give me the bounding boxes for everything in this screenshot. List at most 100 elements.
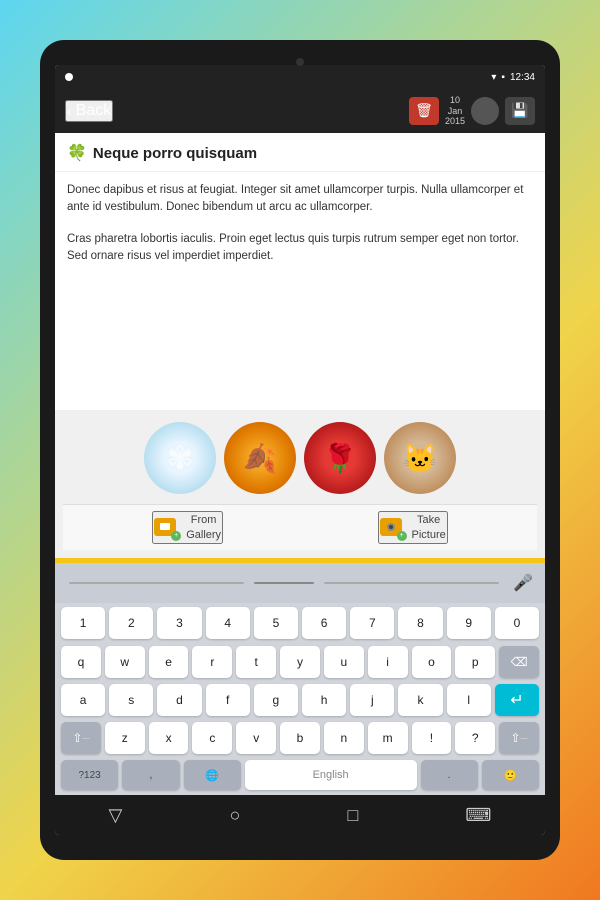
note-paragraph-2: Cras pharetra lobortis iaculis. Proin eg…: [67, 231, 533, 266]
back-button[interactable]: ‹ Back: [65, 100, 113, 122]
key-t[interactable]: t: [236, 646, 276, 678]
status-indicator: [65, 73, 73, 81]
keyboard[interactable]: 🎤 1 2 3 4 5 6 7 8 9 0 q w e r: [55, 563, 545, 795]
app-bar: ‹ Back 🗑 10 Jan 2015 💾: [55, 89, 545, 133]
key-i[interactable]: i: [368, 646, 408, 678]
keyboard-row-2: a s d f g h j k l ↵: [55, 681, 545, 719]
images-section: ✾ 🍂 🌹 🐱: [55, 410, 545, 558]
delete-button[interactable]: 🗑: [409, 97, 439, 125]
note-title: Neque porro quisquam: [93, 145, 257, 162]
image-cat[interactable]: 🐱: [384, 422, 456, 494]
keyboard-cursor-row: 🎤: [55, 563, 545, 603]
date-month: Jan: [445, 106, 465, 117]
period-button[interactable]: .: [421, 760, 478, 790]
navigation-bar: ▽ ○ □ ⌨: [55, 795, 545, 835]
mic-button[interactable]: 🎤: [509, 569, 537, 597]
note-content: 🍀 Neque porro quisquam Donec dapibus et …: [55, 133, 545, 558]
tablet-device: ▾ ▪ 12:34 ‹ Back 🗑 10 Jan 2015: [40, 40, 560, 860]
key-6[interactable]: 6: [302, 607, 346, 639]
comma-button[interactable]: ,: [122, 760, 179, 790]
key-3[interactable]: 3: [157, 607, 201, 639]
enter-button[interactable]: ↵: [495, 684, 539, 716]
save-icon: 💾: [511, 102, 528, 119]
date-badge: 10 Jan 2015: [445, 95, 465, 127]
key-e[interactable]: e: [149, 646, 189, 678]
key-h[interactable]: h: [302, 684, 346, 716]
note-body[interactable]: Donec dapibus et risus at feugiat. Integ…: [55, 172, 545, 410]
language-label: English: [313, 769, 349, 781]
key-w[interactable]: w: [105, 646, 145, 678]
note-paragraph-1: Donec dapibus et risus at feugiat. Integ…: [67, 182, 533, 217]
key-x[interactable]: x: [149, 722, 189, 754]
numbers-switch-button[interactable]: ?123: [61, 760, 118, 790]
key-n[interactable]: n: [324, 722, 364, 754]
status-icons: ▾ ▪ 12:34: [491, 72, 535, 83]
keyboard-bottom-row: ?123 , 🌐 English . 🙂: [55, 757, 545, 795]
key-r[interactable]: r: [192, 646, 232, 678]
key-5[interactable]: 5: [254, 607, 298, 639]
key-g[interactable]: g: [254, 684, 298, 716]
image-dandelion[interactable]: ✾: [144, 422, 216, 494]
key-b[interactable]: b: [280, 722, 320, 754]
wifi-icon: ▾: [491, 72, 496, 83]
key-z[interactable]: z: [105, 722, 145, 754]
key-c[interactable]: c: [192, 722, 232, 754]
tablet-camera: [296, 58, 304, 66]
nav-home-icon[interactable]: ○: [229, 805, 240, 826]
key-1[interactable]: 1: [61, 607, 105, 639]
take-picture-button[interactable]: + TakePicture: [378, 511, 448, 544]
nav-back-icon[interactable]: ▽: [109, 805, 123, 826]
from-gallery-label: FromGallery: [186, 513, 221, 542]
key-v[interactable]: v: [236, 722, 276, 754]
key-j[interactable]: j: [350, 684, 394, 716]
space-bar[interactable]: English: [245, 760, 417, 790]
key-4[interactable]: 4: [206, 607, 250, 639]
cursor-line-2: [324, 582, 499, 584]
screen: ▾ ▪ 12:34 ‹ Back 🗑 10 Jan 2015: [55, 65, 545, 835]
key-exclaim[interactable]: !: [412, 722, 452, 754]
date-day: 10: [445, 95, 465, 106]
key-7[interactable]: 7: [350, 607, 394, 639]
key-l[interactable]: l: [447, 684, 491, 716]
date-year: 2015: [445, 116, 465, 127]
save-button[interactable]: 💾: [505, 97, 535, 125]
key-m[interactable]: m: [368, 722, 408, 754]
key-u[interactable]: u: [324, 646, 364, 678]
key-k[interactable]: k: [398, 684, 442, 716]
key-q[interactable]: q: [61, 646, 101, 678]
key-f[interactable]: f: [206, 684, 250, 716]
nav-keyboard-icon[interactable]: ⌨: [465, 805, 491, 826]
nav-recent-icon[interactable]: □: [347, 805, 358, 826]
image-rose[interactable]: 🌹: [304, 422, 376, 494]
key-d[interactable]: d: [157, 684, 201, 716]
from-gallery-button[interactable]: + FromGallery: [152, 511, 223, 544]
keyboard-row-1: q w e r t y u i o p ⌫: [55, 643, 545, 681]
time-display: 12:34: [510, 72, 535, 83]
back-label: Back: [76, 102, 112, 120]
key-9[interactable]: 9: [447, 607, 491, 639]
key-8[interactable]: 8: [398, 607, 442, 639]
take-picture-label: TakePicture: [412, 513, 446, 542]
image-autumn[interactable]: 🍂: [224, 422, 296, 494]
gallery-actions: + FromGallery + TakePicture: [63, 504, 537, 550]
shift-right-button[interactable]: ⇧—: [499, 722, 539, 754]
key-o[interactable]: o: [412, 646, 452, 678]
cursor-line: [69, 582, 244, 584]
key-question[interactable]: ?: [455, 722, 495, 754]
cursor-active: [254, 582, 314, 584]
key-p[interactable]: p: [455, 646, 495, 678]
backspace-button[interactable]: ⌫: [499, 646, 539, 678]
key-2[interactable]: 2: [109, 607, 153, 639]
back-chevron-icon: ‹: [67, 103, 72, 119]
key-a[interactable]: a: [61, 684, 105, 716]
key-y[interactable]: y: [280, 646, 320, 678]
key-0[interactable]: 0: [495, 607, 539, 639]
numbers-row: 1 2 3 4 5 6 7 8 9 0: [55, 603, 545, 643]
app-bar-actions: 🗑 10 Jan 2015 💾: [409, 95, 535, 127]
trash-icon: 🗑: [415, 102, 433, 119]
mic-icon: 🎤: [513, 573, 533, 593]
globe-button[interactable]: 🌐: [184, 760, 241, 790]
shift-left-button[interactable]: ⇧—: [61, 722, 101, 754]
emoji-button[interactable]: 🙂: [482, 760, 539, 790]
key-s[interactable]: s: [109, 684, 153, 716]
